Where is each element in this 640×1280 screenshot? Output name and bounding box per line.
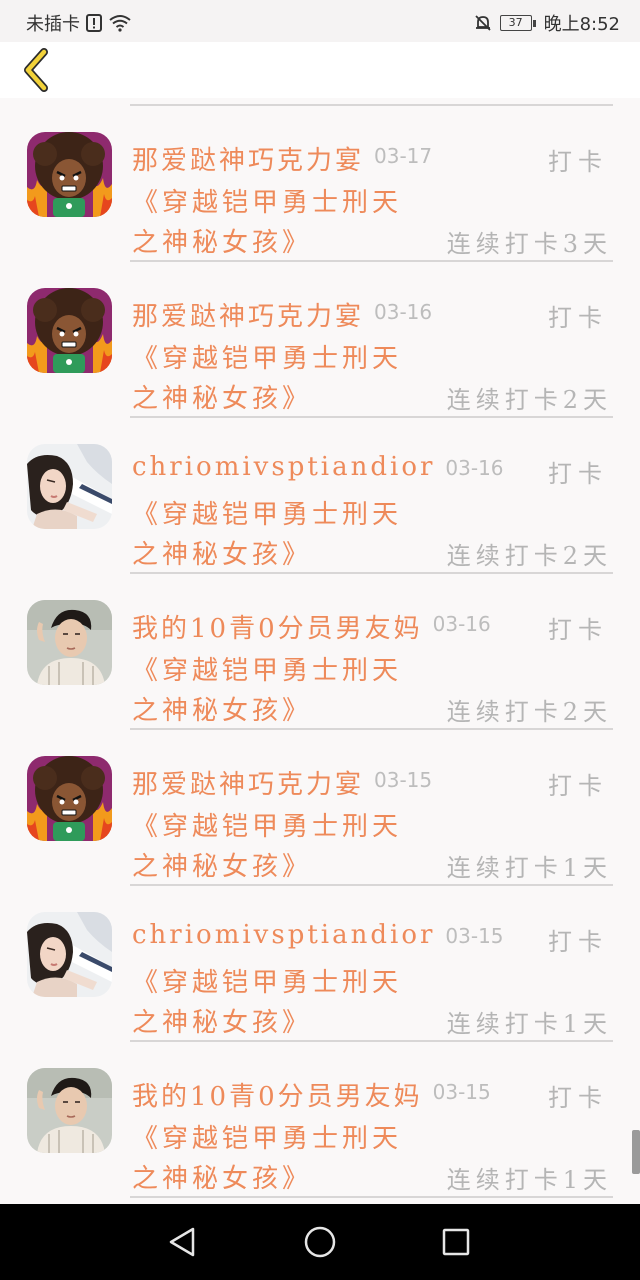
list-item[interactable]: 那爱跶神巧克力宴 03-15 打卡《穿越铠甲勇士刑天 之神秘女孩》 连续打卡1天: [0, 730, 640, 886]
book-title-line1: 《穿越铠甲勇士刑天: [132, 812, 403, 842]
sim-alert-icon: [86, 14, 102, 32]
list-item[interactable]: chriomivsptiandior 03-16 打卡《穿越铠甲勇士刑天 之神秘女孩》…: [0, 418, 640, 574]
clock: 晚上8:52: [543, 14, 620, 35]
punch-label: 打卡: [548, 148, 608, 176]
nav-home-button[interactable]: [300, 1222, 340, 1262]
checkin-date: 03-15: [374, 768, 433, 792]
avatar[interactable]: [27, 444, 112, 529]
user-name: 那爱跶神巧克力宴: [132, 770, 365, 800]
back-arrow-icon: [24, 48, 48, 92]
back-button[interactable]: [14, 48, 58, 92]
avatar[interactable]: [27, 288, 112, 373]
punch-label: 打卡: [548, 772, 608, 800]
punch-label: 打卡: [548, 928, 608, 956]
checkin-date: 03-16: [374, 300, 433, 324]
avatar[interactable]: [27, 1068, 112, 1153]
checkin-list[interactable]: 那爱跶神巧克力宴 03-17 打卡 《穿越铠甲勇士刑天 之神秘女孩》 连续打卡3天 那爱跶神…: [0, 98, 640, 1204]
punch-label: 打卡: [548, 460, 608, 488]
list-item[interactable]: 那爱跶神巧克力宴 03-16 打卡《穿越铠甲勇士刑天 之神秘女孩》 连续打卡2天: [0, 262, 640, 418]
book-title-line2: 之神秘女孩》: [132, 540, 313, 570]
avatar[interactable]: [27, 912, 112, 997]
status-left: 未插卡: [26, 10, 132, 36]
circle-home-icon: [304, 1226, 336, 1258]
mute-bell-icon: [474, 14, 492, 32]
user-name: chriomivsptiandior: [132, 920, 436, 950]
wifi-icon: [108, 14, 132, 32]
avatar[interactable]: [27, 132, 112, 217]
carrier-label: 未插卡: [26, 14, 80, 35]
streak-label: 连续打卡2天: [446, 386, 612, 414]
book-title-line1: 《穿越铠甲勇士刑天: [132, 344, 403, 374]
navigation-bar: [0, 1204, 640, 1280]
status-bar: 未插卡 37 晚上8:52: [0, 0, 640, 42]
status-right: 37 晚上8:52: [474, 10, 620, 36]
streak-label: 连续打卡1天: [446, 854, 612, 882]
triangle-back-icon: [169, 1227, 195, 1257]
checkin-date: 03-16: [432, 612, 491, 636]
book-title-line2: 之神秘女孩》: [132, 852, 313, 882]
scrollbar-thumb[interactable]: [632, 1130, 640, 1174]
punch-label: 打卡: [548, 616, 608, 644]
divider: [130, 1196, 613, 1198]
checkin-date: 03-15: [445, 924, 504, 948]
user-name: 那爱跶神巧克力宴: [132, 146, 365, 176]
punch-label: 打卡: [548, 1084, 608, 1112]
user-name: 那爱跶神巧克力宴: [132, 302, 365, 332]
square-recents-icon: [442, 1228, 470, 1256]
book-title-line2: 之神秘女孩》: [132, 228, 313, 258]
user-name: 我的10青0分员男友妈: [132, 614, 423, 644]
avatar[interactable]: [27, 600, 112, 685]
punch-label: 打卡: [548, 304, 608, 332]
streak-label: 连续打卡1天: [446, 1010, 612, 1038]
streak-label: 连续打卡2天: [446, 542, 612, 570]
avatar[interactable]: [27, 756, 112, 841]
book-title-line2: 之神秘女孩》: [132, 1008, 313, 1038]
list-item[interactable]: 我的10青0分员男友妈 03-16 打卡《穿越铠甲勇士刑天 之神秘女孩》 连续打卡2天: [0, 574, 640, 730]
checkin-date: 03-16: [445, 456, 504, 480]
book-title-line1: 《穿越铠甲勇士刑天: [132, 500, 403, 530]
streak-label: 连续打卡2天: [446, 698, 612, 726]
book-title-line2: 之神秘女孩》: [132, 696, 313, 726]
streak-label: 连续打卡1天: [446, 1166, 612, 1194]
book-title-line1: 《穿越铠甲勇士刑天: [132, 968, 403, 998]
list-item[interactable]: 那爱跶神巧克力宴 03-17 打卡《穿越铠甲勇士刑天 之神秘女孩》 连续打卡3天: [0, 106, 640, 262]
nav-recents-button[interactable]: [436, 1222, 476, 1262]
checkin-date: 03-15: [432, 1080, 491, 1104]
book-title-line2: 之神秘女孩》: [132, 384, 313, 414]
book-title-line2: 之神秘女孩》: [132, 1164, 313, 1194]
battery-icon: 37: [499, 15, 536, 31]
nav-back-button[interactable]: [162, 1222, 202, 1262]
list-item[interactable]: chriomivsptiandior 03-15 打卡《穿越铠甲勇士刑天 之神秘女孩》…: [0, 886, 640, 1042]
user-name: 我的10青0分员男友妈: [132, 1082, 423, 1112]
book-title-line1: 《穿越铠甲勇士刑天: [132, 1124, 403, 1154]
title-bar: [0, 42, 640, 98]
list-item[interactable]: 我的10青0分员男友妈 03-15 打卡《穿越铠甲勇士刑天 之神秘女孩》 连续打卡1天: [0, 1042, 640, 1198]
battery-level: 37: [499, 15, 532, 31]
book-title-line1: 《穿越铠甲勇士刑天: [132, 188, 403, 218]
book-title-line1: 《穿越铠甲勇士刑天: [132, 656, 403, 686]
streak-label: 连续打卡3天: [446, 230, 612, 258]
checkin-date: 03-17: [374, 144, 433, 168]
user-name: chriomivsptiandior: [132, 452, 436, 482]
